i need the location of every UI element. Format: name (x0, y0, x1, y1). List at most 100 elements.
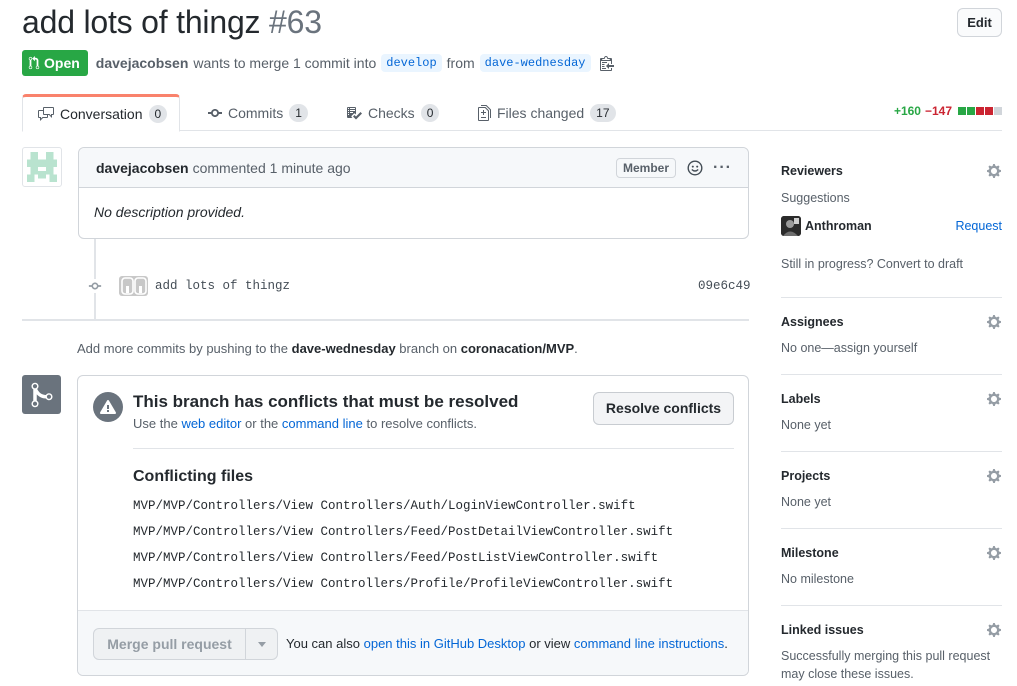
gear-icon[interactable] (986, 622, 1002, 638)
reviewer-name[interactable]: Anthroman (805, 219, 872, 233)
sidebar-divider (781, 605, 1002, 606)
kebab-horizontal-icon[interactable]: ··· (713, 159, 732, 177)
pr-title: add lots of thingz #63 (22, 4, 322, 41)
tab-files-changed[interactable]: Files changed 17 (478, 94, 616, 131)
commit-author-avatar[interactable] (119, 276, 148, 296)
conflicts-sub-suffix: to resolve conflicts. (366, 416, 478, 431)
assignees-value[interactable]: No one—assign yourself (781, 341, 917, 355)
diffstat-deletions: −147 (924, 104, 952, 118)
base-branch[interactable]: develop (381, 54, 442, 72)
push-hint-repo: coronacation/MVP (460, 341, 575, 356)
clippy-icon[interactable] (599, 55, 614, 71)
conflicts-subtitle: Use the web editor or the command line t… (133, 416, 477, 431)
linked-issues-title[interactable]: Linked issues (781, 623, 1002, 637)
sidebar-projects: Projects None yet (781, 469, 1002, 509)
tab-checks[interactable]: Checks 0 (346, 94, 440, 131)
diffstat-block (985, 107, 993, 115)
tab-checks-label: Checks (368, 104, 415, 121)
sidebar-divider (781, 451, 1002, 452)
head-branch[interactable]: dave-wednesday (479, 54, 591, 72)
member-badge: Member (616, 157, 677, 178)
status-label: Open (44, 55, 80, 71)
git-commit-icon (86, 279, 104, 293)
gear-icon[interactable] (986, 468, 1002, 484)
merge-note: You can also open this in GitHub Desktop… (286, 636, 728, 651)
projects-title[interactable]: Projects (781, 469, 1002, 483)
push-hint-branch: dave-wednesday (291, 341, 396, 356)
edit-button[interactable]: Edit (957, 8, 1002, 37)
assignees-title[interactable]: Assignees (781, 315, 1002, 329)
tab-conversation-count: 0 (148, 105, 168, 123)
pr-author-link[interactable]: davejacobsen (96, 55, 189, 71)
diffstat-blocks (958, 107, 1002, 115)
sidebar-reviewers: Reviewers Suggestions Anthroman Request … (781, 164, 1002, 274)
tab-conversation[interactable]: Conversation 0 (22, 94, 181, 132)
from-text: from (446, 55, 475, 71)
tab-files-changed-label: Files changed (497, 104, 585, 121)
comment-time[interactable]: commented 1 minute ago (193, 160, 351, 176)
web-editor-link[interactable]: web editor (181, 416, 241, 431)
tab-commits-count: 1 (289, 103, 308, 122)
octocat-icon (120, 277, 147, 295)
pr-meta: Open davejacobsen wants to merge 1 commi… (22, 50, 614, 76)
reviewers-title[interactable]: Reviewers (781, 164, 1002, 178)
comment-body: No description provided. (94, 204, 245, 220)
push-hint-middle: branch on (399, 341, 458, 356)
git-commit-icon (208, 108, 222, 117)
command-line-link[interactable]: command line (282, 416, 363, 431)
sidebar-divider (781, 528, 1002, 529)
gear-icon[interactable] (986, 314, 1002, 330)
list-item: MVP/MVP/Controllers/View Controllers/Fee… (133, 551, 659, 565)
merge-action-text: wants to merge 1 commit into (193, 55, 377, 71)
sidebar-assignees: Assignees No one—assign yourself (781, 315, 1002, 355)
git-pull-request-icon (28, 56, 40, 70)
smiley-icon[interactable] (686, 159, 704, 177)
sidebar-labels: Labels None yet (781, 392, 1002, 432)
comment-header: davejacobsen commented 1 minute ago Memb… (79, 148, 748, 188)
merge-footer: Merge pull request You can also open thi… (78, 610, 748, 675)
conflicts-divider (133, 448, 734, 449)
avatar[interactable] (781, 216, 801, 236)
merge-options-dropdown[interactable] (245, 628, 278, 660)
tab-commits-label: Commits (228, 104, 284, 121)
tab-commits[interactable]: Commits 1 (208, 94, 308, 131)
gear-icon[interactable] (986, 391, 1002, 407)
labels-title[interactable]: Labels (781, 392, 1002, 406)
diffstat-block (958, 107, 966, 115)
conflicts-sub-prefix: Use the (133, 416, 178, 431)
tab-conversation-label: Conversation (60, 106, 143, 122)
diffstat: +160 −147 (894, 104, 1002, 118)
milestone-title[interactable]: Milestone (781, 546, 1002, 560)
sidebar-divider (781, 374, 1002, 375)
push-hint-suffix: . (574, 341, 578, 356)
avatar[interactable] (22, 147, 62, 187)
pr-tabs: Conversation 0 Commits 1 Checks 0 Files … (22, 94, 1002, 132)
merge-note-prefix: You can also (286, 636, 360, 651)
projects-value: None yet (781, 495, 832, 509)
comment-box: davejacobsen commented 1 minute ago Memb… (78, 147, 749, 239)
comment-author[interactable]: davejacobsen (96, 160, 189, 176)
triangle-down-icon (257, 641, 266, 647)
git-merge-icon (22, 375, 61, 414)
sidebar-linked-issues: Linked issues Successfully merging this … (781, 623, 1002, 683)
commit-sha-link[interactable]: 09e6c49 (698, 279, 751, 293)
linked-issues-text-2: may close these issues. (781, 667, 914, 681)
tab-checks-count: 0 (420, 103, 440, 122)
resolve-conflicts-button[interactable]: Resolve conflicts (593, 392, 734, 425)
merge-note-mid: or view (529, 636, 571, 651)
convert-to-draft-link[interactable]: Still in progress? Convert to draft (781, 257, 963, 271)
list-item: MVP/MVP/Controllers/View Controllers/Aut… (133, 499, 636, 513)
github-desktop-link[interactable]: open this in GitHub Desktop (364, 636, 526, 651)
status-badge: Open (22, 50, 88, 76)
reviewers-suggestions: Suggestions (781, 191, 850, 205)
diffstat-block (976, 107, 984, 115)
gear-icon[interactable] (986, 545, 1002, 561)
command-line-instructions-link[interactable]: command line instructions (574, 636, 724, 651)
timeline-divider (22, 319, 749, 321)
gear-icon[interactable] (986, 163, 1002, 179)
push-hint-prefix: Add more commits by pushing to the (77, 341, 288, 356)
diffstat-block (967, 107, 975, 115)
commit-message-link[interactable]: add lots of thingz (155, 279, 290, 293)
merge-pull-request-button[interactable]: Merge pull request (93, 628, 246, 660)
request-review-button[interactable]: Request (955, 219, 1002, 233)
